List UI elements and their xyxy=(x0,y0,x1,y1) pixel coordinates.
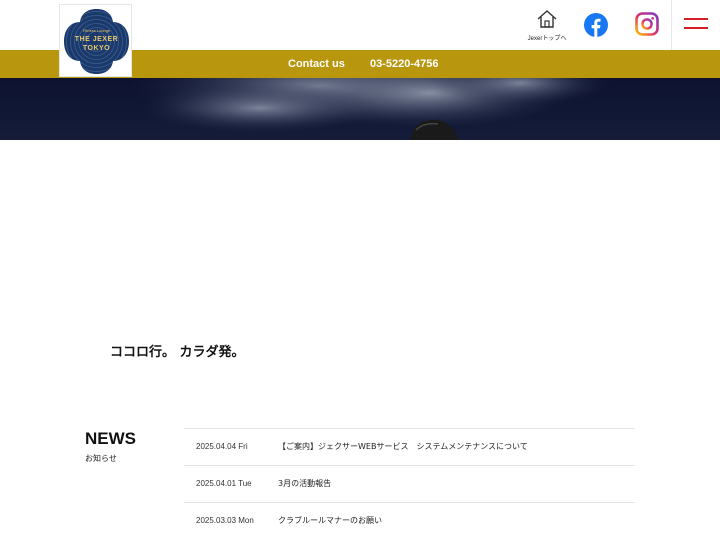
news-item-title[interactable]: クラブルールマナーのお願い xyxy=(278,515,382,526)
news-heading: NEWS xyxy=(85,429,136,448)
news-item[interactable]: 2025.04.04 Fri 【ご案内】ジェクサーWEBサービス システムメンテ… xyxy=(184,428,635,465)
home-link-label: Jexerトップへ xyxy=(527,36,567,42)
logo-line3: TOKYO xyxy=(82,45,111,52)
hamburger-menu-button[interactable] xyxy=(684,18,708,32)
site-logo[interactable]: Fitness Lounge THE JEXER TOKYO xyxy=(59,4,132,77)
news-item-date: 2025.03.03 Mon xyxy=(196,516,254,525)
facebook-link[interactable] xyxy=(584,13,608,37)
hero-image xyxy=(0,78,720,140)
news-subheading: お知らせ xyxy=(85,454,117,463)
news-item-date: 2025.04.01 Tue xyxy=(196,479,252,488)
hamburger-menu-icon-bar xyxy=(684,27,708,29)
site-header: Fitness Lounge THE JEXER TOKYO Jexerトップへ xyxy=(0,0,720,77)
news-list: 2025.04.04 Fri 【ご案内】ジェクサーWEBサービス システムメンテ… xyxy=(184,428,635,539)
home-link[interactable]: Jexerトップへ xyxy=(526,9,568,43)
header-divider xyxy=(671,0,672,50)
home-icon xyxy=(537,10,557,28)
phone-number-link[interactable]: 03-5220-4756 xyxy=(370,58,439,70)
hamburger-menu-icon xyxy=(684,18,708,20)
logo-line1: Fitness Lounge xyxy=(82,28,111,33)
tagline: ココロ行。 カラダ発。 xyxy=(110,345,245,360)
instagram-icon xyxy=(635,12,659,36)
instagram-link[interactable] xyxy=(635,12,659,36)
news-item-title[interactable]: 【ご案内】ジェクサーWEBサービス システムメンテナンスについて xyxy=(278,441,528,452)
logo-line2: THE JEXER xyxy=(74,36,119,43)
news-item-title[interactable]: 3月の活動報告 xyxy=(278,478,331,489)
contact-us-link[interactable]: Contact us xyxy=(288,58,345,70)
news-item[interactable]: 2025.03.03 Mon クラブルールマナーのお願い xyxy=(184,502,635,539)
news-item-date: 2025.04.04 Fri xyxy=(196,442,248,451)
news-item[interactable]: 2025.04.01 Tue 3月の活動報告 xyxy=(184,465,635,502)
facebook-icon xyxy=(584,13,608,37)
